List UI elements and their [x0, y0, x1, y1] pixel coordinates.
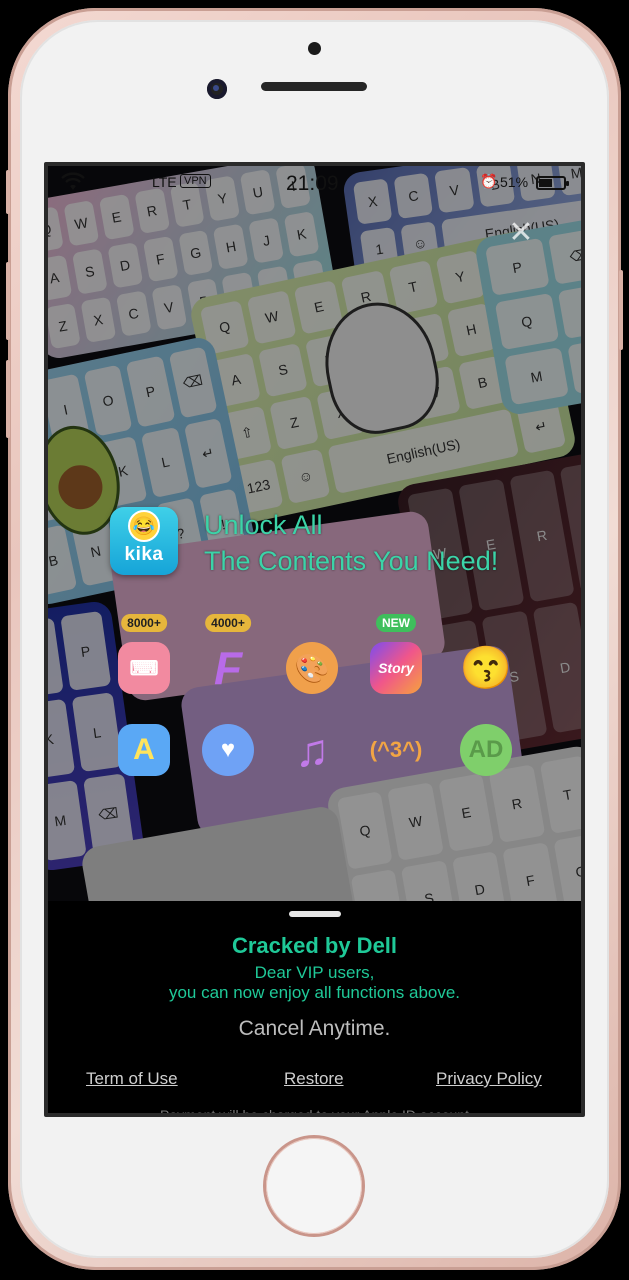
vip-message-line-2: you can now enjoy all functions above.	[168, 983, 461, 1002]
headline-line-1: Unlock All	[204, 510, 323, 540]
feature-music: ♫	[284, 722, 340, 778]
restore-link[interactable]: Restore	[284, 1069, 344, 1089]
payment-fineprint: Payment will be charged to your Apple ID…	[160, 1107, 469, 1117]
feature-emoji: 😙	[458, 640, 514, 696]
app-screen: QWERTYUI ASDFGHJK ZXCVBNM♥ XCVBNM 1☺Engl…	[44, 162, 585, 1117]
home-button[interactable]	[266, 1138, 362, 1234]
feature-fonts: 4000+ F	[200, 614, 256, 696]
kika-wordmark: kika	[124, 544, 164, 565]
headline-line-2: The Contents You Need!	[204, 546, 499, 576]
clock: 21:09	[286, 172, 339, 195]
vpn-badge: VPN	[180, 174, 211, 188]
proximity-sensor	[308, 42, 321, 55]
kika-logo: 😂 kika	[110, 507, 178, 575]
front-camera	[207, 79, 227, 99]
ad-label: AD	[468, 736, 504, 763]
no-ads-icon: AD	[460, 724, 512, 776]
keyboard-theme-icon: ⌨	[118, 642, 170, 694]
battery-percent: 51%	[500, 174, 529, 190]
feature-chat: ♥	[200, 722, 256, 778]
battery-icon	[536, 176, 569, 190]
story-icon: Story	[370, 642, 422, 694]
mute-switch	[6, 170, 10, 214]
wifi-icon	[61, 172, 85, 190]
status-bar: LTE VPN 21:09 ⏰ 51%	[48, 166, 581, 200]
new-badge: NEW	[376, 614, 416, 632]
close-icon[interactable]: ✕	[506, 218, 536, 248]
sheet-grabber[interactable]	[289, 911, 341, 917]
cancel-anytime-text: Cancel Anytime.	[238, 1017, 391, 1040]
chat-bubble-icon: ♥	[202, 724, 254, 776]
promo-title: Cracked by Dell	[231, 933, 398, 958]
terms-link[interactable]: Term of Use	[86, 1069, 178, 1089]
feature-story: NEW Story	[368, 614, 424, 696]
translate-icon: A	[118, 724, 170, 776]
count-badge: 4000+	[205, 614, 251, 632]
feature-palette: 🎨	[284, 640, 340, 696]
kiss-emoji-icon: 😙	[459, 643, 513, 691]
privacy-link[interactable]: Privacy Policy	[436, 1069, 542, 1089]
volume-down-button	[6, 360, 10, 438]
laughing-emoji-icon: 😂	[128, 510, 160, 542]
feature-translate: A	[116, 722, 172, 778]
network-type: LTE	[152, 174, 177, 190]
count-badge: 8000+	[121, 614, 167, 632]
music-note-icon: ♫	[294, 724, 330, 776]
alarm-icon: ⏰	[480, 173, 498, 189]
vip-message-line-1: Dear VIP users,	[254, 963, 375, 982]
feature-keyboard-themes: 8000+ ⌨	[116, 614, 172, 696]
volume-up-button	[6, 262, 10, 340]
earpiece-speaker	[261, 82, 367, 91]
kaomoji-icon: (^3^)	[369, 737, 423, 762]
headline: Unlock All The Contents You Need!	[204, 507, 498, 579]
font-icon: F	[213, 642, 243, 694]
bottom-sheet: Cracked by Dell Dear VIP users, you can …	[48, 901, 581, 1117]
power-button	[619, 270, 623, 350]
feature-kaomoji: (^3^)	[368, 722, 424, 778]
feature-no-ads: AD	[458, 722, 514, 778]
palette-icon: 🎨	[286, 642, 338, 694]
